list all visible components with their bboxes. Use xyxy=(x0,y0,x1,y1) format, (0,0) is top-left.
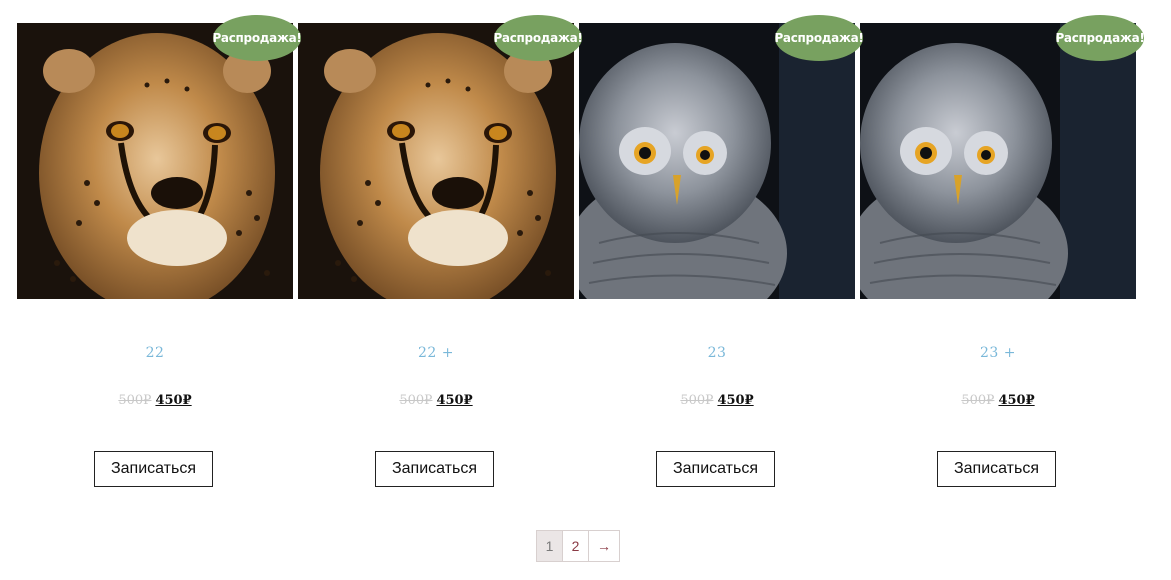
sale-badge: Распродажа! xyxy=(1055,15,1145,61)
old-price: 500₽ xyxy=(118,393,152,408)
product-image-owl[interactable] xyxy=(860,23,1136,299)
signup-button[interactable]: Записаться xyxy=(656,451,775,487)
sale-badge: Распродажа! xyxy=(493,15,583,61)
sale-price: 450₽ xyxy=(155,393,192,408)
sale-price: 450₽ xyxy=(998,393,1035,408)
product-image-cheetah[interactable] xyxy=(298,23,574,299)
product-image-cheetah[interactable] xyxy=(17,23,293,299)
pagination: 1 2 → xyxy=(536,530,620,562)
signup-button[interactable]: Записаться xyxy=(94,451,213,487)
product-price: 500₽ 450₽ xyxy=(298,393,574,408)
page-1-current: 1 xyxy=(537,531,563,561)
product-title[interactable]: 22 xyxy=(17,345,293,361)
product-card: Распродажа! xyxy=(17,15,302,493)
old-price: 500₽ xyxy=(680,393,714,408)
signup-button[interactable]: Записаться xyxy=(375,451,494,487)
product-price: 500₽ 450₽ xyxy=(17,393,293,408)
sale-price: 450₽ xyxy=(717,393,754,408)
product-title[interactable]: 23 xyxy=(579,345,855,361)
next-page-arrow-icon[interactable]: → xyxy=(589,531,619,561)
sale-badge: Распродажа! xyxy=(774,15,864,61)
product-title[interactable]: 23 + xyxy=(860,345,1136,361)
signup-button[interactable]: Записаться xyxy=(937,451,1056,487)
product-image-owl[interactable] xyxy=(579,23,855,299)
product-price: 500₽ 450₽ xyxy=(860,393,1136,408)
sale-price: 450₽ xyxy=(436,393,473,408)
old-price: 500₽ xyxy=(961,393,995,408)
product-card: Распродажа! xyxy=(298,15,583,493)
product-title[interactable]: 22 + xyxy=(298,345,574,361)
sale-badge: Распродажа! xyxy=(212,15,302,61)
page-2-link[interactable]: 2 xyxy=(563,531,589,561)
old-price: 500₽ xyxy=(399,393,433,408)
product-card: Распродажа! 23 500₽ 450₽ Записаться xyxy=(579,15,864,493)
product-grid: Распродажа! 22 500₽ 450₽ Записаться Расп… xyxy=(17,15,1145,493)
product-price: 500₽ 450₽ xyxy=(579,393,855,408)
product-card: Распродажа! 23 + 500₽ 450₽ Записаться xyxy=(860,15,1145,493)
